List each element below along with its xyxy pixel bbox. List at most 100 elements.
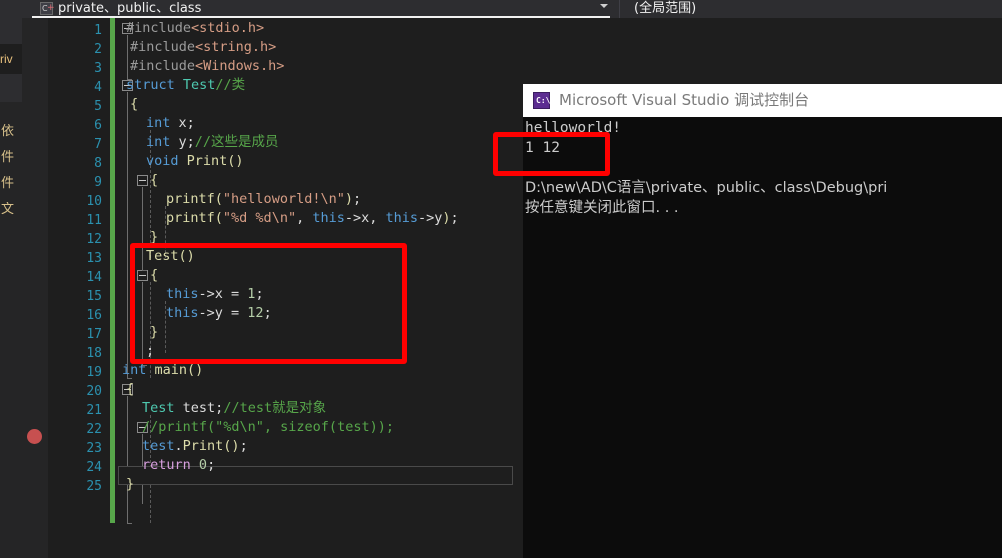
change-indicator-bar (110, 18, 115, 523)
line-number: 19 (86, 365, 102, 380)
code-token: printf (166, 210, 215, 226)
line-number: 20 (86, 384, 102, 399)
code-token: { (126, 381, 135, 397)
left-panel-spacer (0, 102, 22, 122)
code-token: { (150, 172, 159, 188)
code-token: ( (214, 210, 223, 226)
line-number: 12 (86, 232, 102, 247)
code-token: 0 (198, 457, 208, 473)
line-number: 5 (94, 99, 102, 114)
code-token: Print (186, 153, 228, 169)
code-token: , (296, 210, 313, 226)
left-panel-dropdown-row[interactable] (0, 22, 22, 44)
code-token: struct (126, 77, 183, 93)
code-line-8: void Print() (146, 152, 244, 171)
line-number: 11 (86, 213, 102, 228)
editor-tab-active[interactable]: C + private、public、class (32, 0, 610, 18)
scope-value: (全局范围) (634, 1, 697, 16)
left-panel-item-2[interactable]: 件 (1, 176, 23, 191)
line-number: 22 (86, 422, 102, 437)
line-number: 21 (86, 403, 102, 418)
code-token: this (312, 210, 345, 226)
code-token: ; (207, 457, 216, 473)
code-token: . (174, 438, 183, 454)
chevron-down-icon[interactable] (600, 4, 608, 8)
code-token: //test就是对象 (223, 400, 327, 416)
code-line-10: printf("helloworld!\n"); (166, 190, 361, 209)
code-line-4: struct Test//类 (126, 76, 245, 95)
left-panel-item-0[interactable]: 依 (1, 124, 23, 139)
line-number: 4 (94, 80, 102, 95)
code-token: <Windows.h> (195, 58, 285, 74)
breakpoint-dot[interactable] (27, 429, 42, 444)
code-token: y; (170, 134, 195, 150)
code-token: x; (170, 115, 195, 131)
annotation-box-output-values (493, 132, 610, 176)
code-token: "%d %d\n" (222, 210, 297, 226)
code-token: return (142, 457, 191, 473)
outline-line-struct (127, 92, 128, 378)
code-token: //printf("%d\n", sizeof(test)); (142, 419, 394, 435)
code-token: ( (214, 191, 223, 207)
code-token: #include (126, 20, 192, 36)
left-panel-header (0, 0, 22, 22)
line-number: 10 (86, 194, 102, 209)
code-token: ; (352, 191, 362, 207)
annotation-box-constructor (130, 243, 407, 364)
code-token: Test (142, 400, 175, 416)
scope-selector[interactable]: (全局范围) (626, 0, 1002, 18)
console-line: 按任意键关闭此窗口. . . (525, 200, 679, 216)
line-number: 15 (86, 289, 102, 304)
code-token: ->x, (344, 210, 386, 226)
code-token: #include (130, 58, 196, 74)
line-number: 23 (86, 441, 102, 456)
line-number: 3 (94, 61, 102, 76)
code-token: printf (166, 191, 215, 207)
code-token: test (182, 400, 216, 416)
line-number: 25 (86, 479, 102, 494)
left-panel-item-label: riv (0, 52, 13, 66)
line-number: 17 (86, 327, 102, 342)
line-number: 8 (94, 156, 102, 171)
code-line-2: #include<string.h> (130, 38, 276, 57)
code-token: ; (450, 210, 459, 226)
left-panel-item-1[interactable]: 件 (1, 150, 23, 165)
code-token: () (187, 362, 204, 378)
code-token: Test (182, 77, 216, 93)
line-number: 16 (86, 308, 102, 323)
console-output[interactable]: helloworld! 1 12 D:\new\AD\C语言\private、pub… (523, 117, 1002, 558)
breakpoint-gutter[interactable] (22, 18, 48, 558)
code-token: <string.h> (195, 39, 277, 55)
outline-foot-main (127, 523, 132, 524)
console-line: D:\new\AD\C语言\private、public、class\Debug… (525, 180, 888, 196)
editor-tab-bar: C + private、public、class (全局范围) (22, 0, 1002, 18)
code-token: //这些是成员 (194, 134, 279, 150)
code-line-1: #include<stdio.h> (126, 19, 264, 38)
tab-separator (619, 0, 620, 18)
line-number: 6 (94, 118, 102, 133)
left-panel-item-3[interactable]: 文 (1, 202, 23, 217)
line-number-gutter: 1 2 3 4 5 6 7 8 9 10 11 12 13 14 15 16 17 18 19 20 21 22 23 24 2… (48, 18, 108, 558)
line-number: 24 (86, 460, 102, 475)
code-token: void (146, 153, 187, 169)
code-token: } (126, 476, 135, 492)
code-line-9: { (150, 171, 158, 190)
outline-line-includes (127, 35, 128, 79)
left-panel-item-private[interactable]: riv (0, 44, 22, 74)
code-token: int (146, 115, 171, 131)
editor-tab-title: private、public、class (58, 1, 202, 16)
left-docked-panel: riv 依 件 件 文 (0, 0, 22, 558)
console-title-bar[interactable]: C:\ Microsoft Visual Studio 调试控制台 (523, 84, 1002, 117)
code-token: <stdio.h> (191, 20, 265, 36)
code-line-20: { (126, 380, 134, 399)
fold-toggle-line8[interactable] (137, 175, 148, 186)
code-token: test (142, 438, 175, 454)
vs-window: riv 依 件 件 文 C + private、public、class (全局范… (0, 0, 1002, 558)
line-number: 18 (86, 346, 102, 361)
code-token: "helloworld!\n" (222, 191, 345, 207)
code-line-7: int y;//这些是成员 (146, 133, 279, 152)
code-token: //类 (215, 77, 246, 93)
line-number: 14 (86, 270, 102, 285)
console-title: Microsoft Visual Studio 调试控制台 (559, 91, 810, 109)
